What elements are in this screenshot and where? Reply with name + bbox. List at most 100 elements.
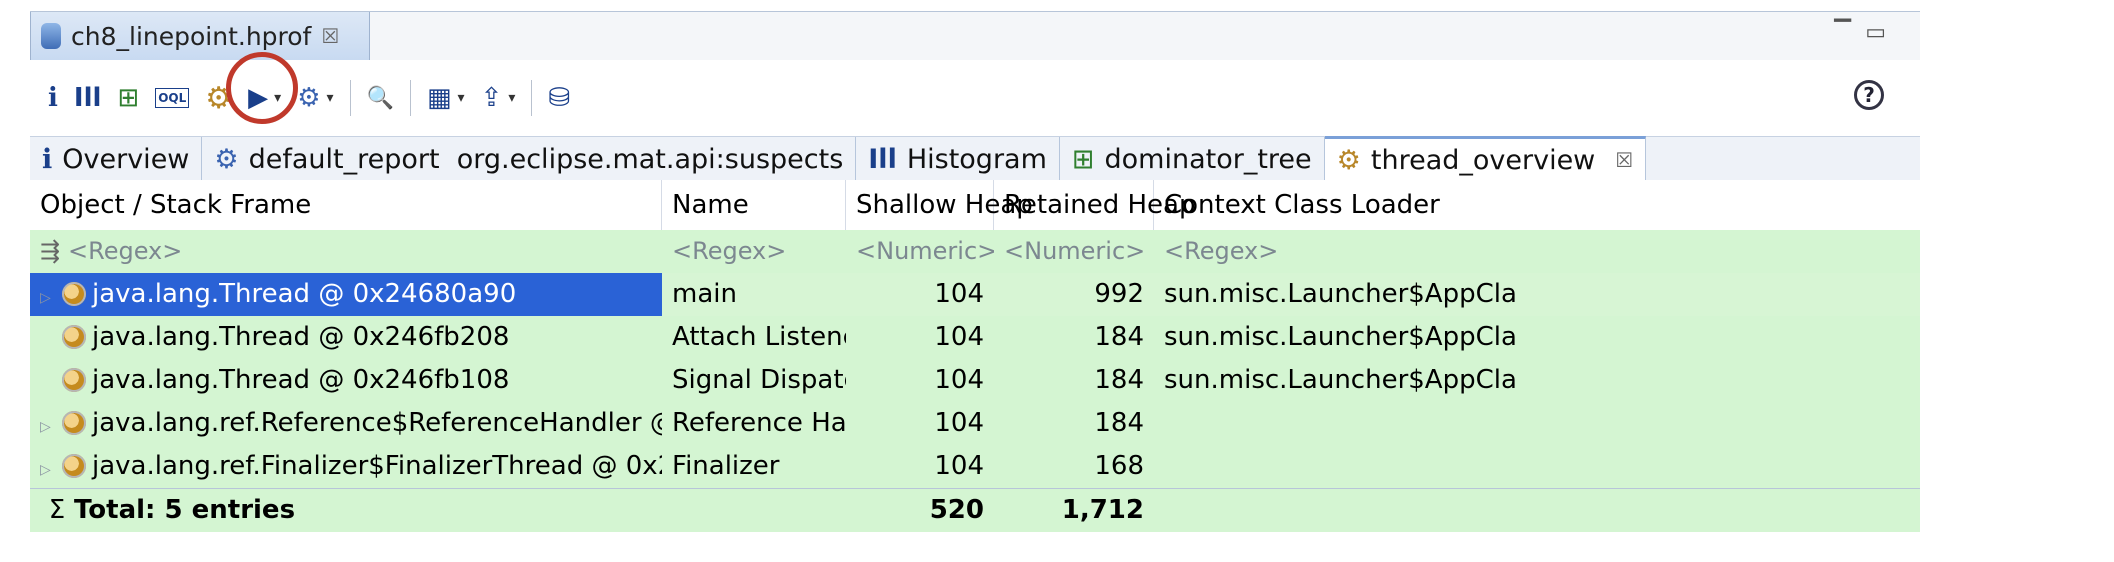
column-header-context-class-loader[interactable]: Context Class Loader [1154,180,1920,230]
shallow-heap-cell: 104 [934,279,984,309]
tab-label: dominator_tree [1104,143,1312,175]
total-label-cell: Σ Total: 5 entries [30,489,662,532]
filter-icon: ⇶ [40,237,61,265]
export-icon[interactable]: ⇪ ▾ [481,78,516,118]
filter-cell-name[interactable]: <Regex> [662,230,846,273]
tab-dominator-tree[interactable]: ⊞ dominator_tree [1060,137,1325,181]
filter-row: ⇶ <Regex> <Regex> <Numeric> <Numeric> <Re… [30,230,1920,273]
histogram-icon[interactable]: Ill [74,78,102,118]
total-loader-cell [1154,489,1920,532]
minimize-icon[interactable]: ▔ [1834,20,1851,45]
expand-icon[interactable]: ▷ [40,406,62,445]
object-cell: java.lang.Thread @ 0x246fb108 [30,359,662,402]
retained-heap-cell: 184 [1094,365,1144,395]
tab-label: thread_overview [1370,144,1596,176]
name-cell: Finalizer [672,451,780,481]
filter-cell-shallow[interactable]: <Numeric> [846,230,994,273]
gears-icon: ⚙ [297,83,321,113]
editor-tab-title: ch8_linepoint.hprof [71,21,312,51]
thread-icon [62,368,86,392]
dominator-tree-icon: ⊞ [1071,143,1095,175]
editor-tabbar: ch8_linepoint.hprof ☒ ▔ ▭ [30,11,1920,62]
total-retained-heap: 1,712 [1061,495,1144,525]
annotation-circle [226,52,298,124]
class-loader-cell [1154,445,1920,488]
help-icon[interactable]: ? [1854,80,1884,110]
filter-cell-loader[interactable]: <Regex> [1154,230,1920,273]
name-cell: Attach Listener [672,322,846,352]
view-tabs: i Overview ⚙ default_report org.eclipse.… [30,136,1920,182]
toolbar-separator [531,80,533,116]
class-loader-cell: sun.misc.Launcher$AppCla [1164,365,1517,395]
total-shallow-heap: 520 [929,495,984,525]
tab-overview[interactable]: i Overview [30,137,203,181]
mat-editor: ch8_linepoint.hprof ☒ ▔ ▭ i Ill ⊞ OQL ⚙ … [0,0,1920,562]
object-cell: java.lang.Thread @ 0x246fb208 [30,316,662,359]
table-row[interactable]: ▷ java.lang.ref.Finalizer$FinalizerThread… [30,445,1920,488]
column-header-retained-heap[interactable]: Retained Heap [994,180,1195,230]
tab-label: Histogram [906,143,1047,175]
thread-icon: ⚙ [1336,144,1361,176]
expand-icon[interactable]: ▷ [40,277,62,316]
table-row[interactable]: java.lang.Thread @ 0x246fb208 Attach Lis… [30,316,1920,359]
retained-heap-cell: 992 [1094,279,1144,309]
expand-icon[interactable]: ▷ [40,449,62,488]
object-cell: ▷ java.lang.Thread @ 0x24680a90 [30,273,662,316]
total-row: Σ Total: 5 entries 520 1,712 [30,488,1920,532]
search-icon[interactable]: 🔍 [367,78,394,118]
tab-label: Overview [62,143,190,175]
name-cell: main [672,279,737,309]
report-gears-icon: ⚙ [214,143,239,175]
shallow-heap-cell: 104 [934,322,984,352]
chevron-down-icon[interactable]: ▾ [508,90,515,106]
tab-default-report[interactable]: ⚙ default_report org.eclipse.mat.api:sus… [202,137,857,181]
sigma-icon: Σ [48,495,66,525]
close-icon[interactable]: ☒ [321,24,339,48]
close-icon[interactable]: ☒ [1615,148,1633,172]
total-name-cell [662,489,846,532]
class-loader-cell [1154,402,1920,445]
calculator-grid-icon[interactable]: ▦ ▾ [427,78,465,118]
tab-label: default_report org.eclipse.mat.api:suspe… [248,143,844,175]
table-row[interactable]: ▷ java.lang.Thread @ 0x24680a90 main 104 … [30,273,1920,316]
thread-icon [62,325,86,349]
chevron-down-icon[interactable]: ▾ [458,90,465,106]
oql-icon[interactable]: OQL [155,88,190,108]
info-icon[interactable]: i [48,78,58,118]
column-header-name[interactable]: Name [662,180,846,230]
table-header: Object / Stack Frame Name Shallow Heap R… [30,180,1920,231]
query-browser-icon[interactable]: ⚙ ▾ [297,78,333,118]
dominator-tree-icon[interactable]: ⊞ [117,78,139,118]
thread-table: Object / Stack Frame Name Shallow Heap R… [30,180,1920,562]
tab-histogram[interactable]: Ill Histogram [856,137,1060,181]
toolbar-separator [349,80,351,116]
column-header-object[interactable]: Object / Stack Frame [30,180,662,230]
shallow-heap-cell: 104 [934,451,984,481]
retained-heap-cell: 184 [1094,408,1144,438]
object-cell: ▷ java.lang.ref.Finalizer$FinalizerThread… [30,445,662,488]
toolbar-separator [409,80,411,116]
filter-cell-retained[interactable]: <Numeric> [994,230,1154,273]
thread-icon [62,454,86,478]
thread-icon [62,411,86,435]
thread-icon [62,282,86,306]
filter-cell-object[interactable]: ⇶ <Regex> [30,230,662,273]
retained-heap-cell: 184 [1094,322,1144,352]
chevron-down-icon[interactable]: ▾ [327,90,334,106]
class-loader-cell: sun.misc.Launcher$AppCla [1164,322,1517,352]
retained-heap-cell: 168 [1094,451,1144,481]
database-icon [41,23,61,49]
toolbar: i Ill ⊞ OQL ⚙ ▶ ▾ ⚙ ▾ 🔍 ▦ ▾ ⇪ ▾ ⛁ [30,60,1920,136]
object-cell: ▷ java.lang.ref.Reference$ReferenceHandle… [30,402,662,445]
class-loader-cell: sun.misc.Launcher$AppCla [1164,279,1517,309]
name-cell: Reference Handler [672,408,846,438]
leak-suspects-icon[interactable]: ⛁ [548,78,570,118]
table-row[interactable]: ▷ java.lang.ref.Reference$ReferenceHandle… [30,402,1920,445]
column-header-shallow-heap[interactable]: Shallow Heap [846,180,1033,230]
table-row[interactable]: java.lang.Thread @ 0x246fb108 Signal Dis… [30,359,1920,402]
shallow-heap-cell: 104 [934,365,984,395]
window-controls: ▔ ▭ [1834,20,1886,45]
tab-thread-overview[interactable]: ⚙ thread_overview ☒ [1324,136,1647,181]
maximize-icon[interactable]: ▭ [1865,20,1886,45]
editor-tab-hprof[interactable]: ch8_linepoint.hprof ☒ [30,12,370,60]
